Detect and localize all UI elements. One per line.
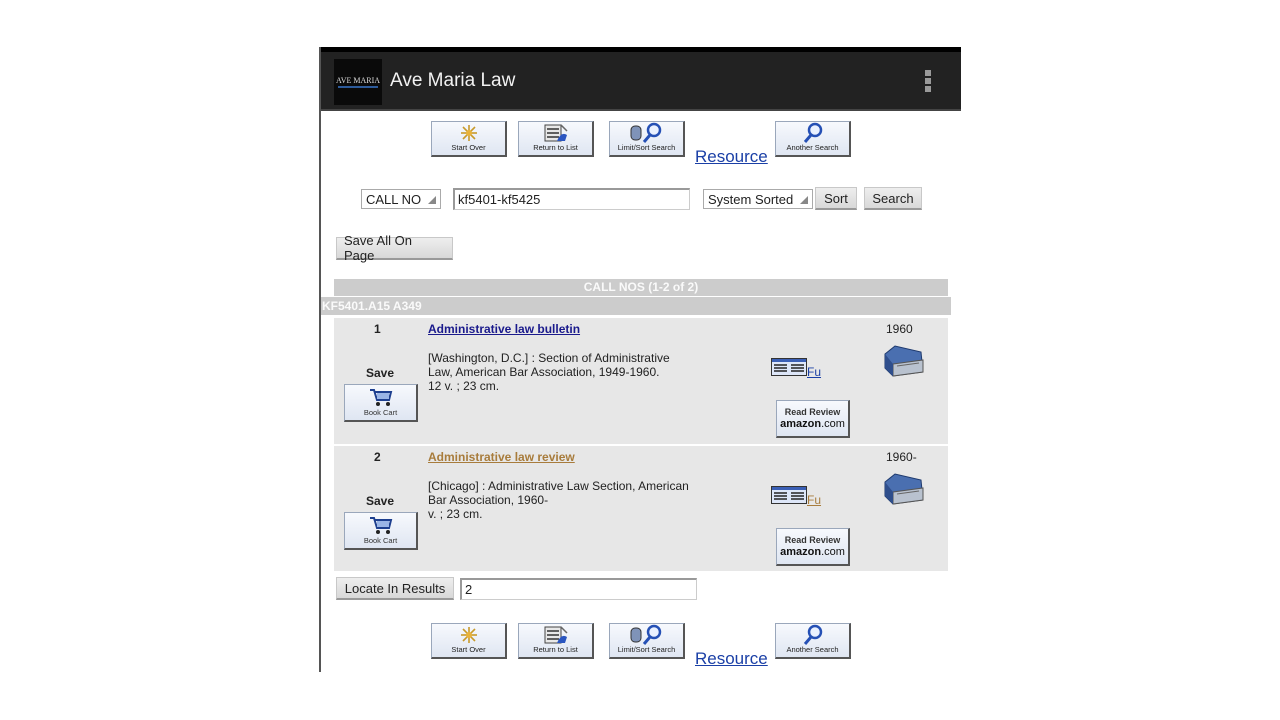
sort-order-select[interactable]: System Sorted [703,189,813,209]
hand-magnifier-icon [627,122,667,143]
document-columns-icon [771,358,807,376]
hand-magnifier-icon [627,624,667,645]
save-label: Save [366,494,395,508]
shopping-cart-icon [369,389,392,406]
starburst-icon [460,123,478,143]
nav-toolbar-bottom: Start Over Return to List Limit/Sort Sea… [321,623,961,668]
return-to-list-label: Return to List [533,645,578,654]
save-label: Save [366,366,395,380]
nav-toolbar-top: Start Over Return to List Limit/Sort Sea… [321,121,961,166]
limit-sort-search-button[interactable]: Limit/Sort Search [609,121,685,157]
result-year: 1960- [886,450,917,464]
start-over-button[interactable]: Start Over [431,121,507,157]
search-index-value: CALL NO [366,191,422,207]
another-search-button[interactable]: Another Search [775,121,851,157]
document-columns-icon [771,486,807,504]
read-review-label: Read Review [784,535,841,545]
result-description: [Washington, D.C.] : Section of Administ… [428,351,728,393]
return-to-list-button[interactable]: Return to List [518,623,594,659]
result-number: 2 [374,450,381,464]
return-to-list-label: Return to List [533,143,578,152]
ave-maria-logo[interactable]: AVE MARIA [334,59,382,105]
result-row: 1 Administrative law bulletin 1960 [Wash… [334,318,948,444]
another-search-label: Another Search [786,143,839,152]
app-bar: AVE MARIA Ave Maria Law [321,52,961,111]
resource-link[interactable]: Resource [695,649,768,669]
book-cart-label: Book Cart [363,408,398,417]
locate-in-results-input[interactable] [460,578,697,600]
start-over-button[interactable]: Start Over [431,623,507,659]
search-button[interactable]: Search [864,187,922,210]
search-index-select[interactable]: CALL NO [361,189,441,209]
result-year: 1960 [886,322,913,336]
dropdown-arrow-icon [428,196,436,204]
amazon-logo: amazon.com [780,546,845,558]
magnifier-icon [802,122,824,143]
description-line: [Washington, D.C.] : Section of Administ… [428,351,670,365]
read-review-label: Read Review [784,407,841,417]
magnifier-icon [802,624,824,645]
logo-underline [338,86,378,88]
browser-viewport: AVE MARIA Ave Maria Law Start Over Retur… [319,47,961,672]
limit-sort-label: Limit/Sort Search [617,143,676,152]
limit-sort-label: Limit/Sort Search [617,645,676,654]
limit-sort-search-button[interactable]: Limit/Sort Search [609,623,685,659]
description-line: Bar Association, 1960- [428,493,549,507]
list-icon [543,625,569,645]
another-search-label: Another Search [786,645,839,654]
full-text-link[interactable]: Fu [771,486,822,507]
resource-link[interactable]: Resource [695,147,768,167]
list-icon [543,123,569,143]
full-text-link[interactable]: Fu [771,358,822,379]
book-format-icon[interactable] [881,344,927,378]
description-line: v. ; 23 cm. [428,507,483,521]
save-all-on-page-button[interactable]: Save All On Page [336,233,453,263]
amazon-read-review-button[interactable]: Read Review amazon.com [776,528,850,566]
shopping-cart-icon [369,517,392,534]
amazon-logo: amazon.com [780,418,845,430]
start-over-label: Start Over [451,645,486,654]
description-line: [Chicago] : Administrative Law Section, … [428,479,689,493]
sort-button[interactable]: Sort [815,187,857,210]
another-search-button[interactable]: Another Search [775,623,851,659]
result-row: 2 Administrative law review 1960- [Chica… [334,446,948,571]
amazon-read-review-button[interactable]: Read Review amazon.com [776,400,850,438]
overflow-menu-icon[interactable] [925,70,931,92]
search-query-input[interactable] [453,188,690,210]
sort-order-value: System Sorted [708,191,794,207]
book-cart-button[interactable]: Book Cart [344,512,418,550]
description-line: Law, American Bar Association, 1949-1960… [428,365,660,379]
full-text-label: Fu [807,493,822,507]
book-cart-button[interactable]: Book Cart [344,384,418,422]
dropdown-arrow-icon [800,196,808,204]
full-text-label: Fu [807,365,822,379]
start-over-label: Start Over [451,143,486,152]
result-title-link[interactable]: Administrative law bulletin [428,322,580,336]
locate-in-results-button[interactable]: Locate In Results [336,577,454,600]
description-line: 12 v. ; 23 cm. [428,379,500,393]
book-cart-label: Book Cart [363,536,398,545]
call-number-heading: KF5401.A15 A349 [321,297,951,315]
result-number: 1 [374,322,381,336]
logo-text: AVE MARIA [335,76,381,85]
results-header: CALL NOS (1-2 of 2) [334,279,948,296]
return-to-list-button[interactable]: Return to List [518,121,594,157]
starburst-icon [460,625,478,645]
app-title: Ave Maria Law [390,70,516,91]
result-description: [Chicago] : Administrative Law Section, … [428,479,728,521]
book-format-icon[interactable] [881,472,927,506]
result-title-link[interactable]: Administrative law review [428,450,575,464]
